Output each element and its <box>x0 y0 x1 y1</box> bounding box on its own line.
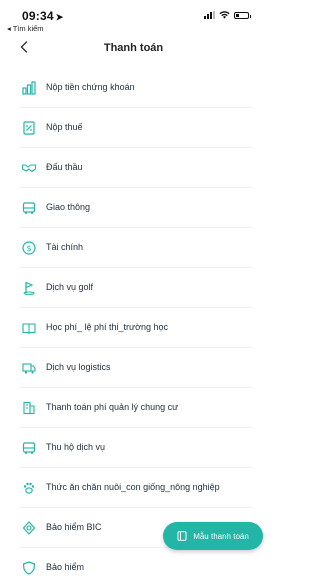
list-item[interactable]: Thức ăn chăn nuôi_con giống_nông nghiệp <box>0 468 267 508</box>
list-item-label: Thu hộ dịch vụ <box>46 442 106 452</box>
list-item-label: Thanh toán phí quản lý chung cư <box>46 402 179 412</box>
list-item[interactable]: Thu hộ dịch vụ <box>0 428 267 468</box>
tax-document-icon <box>22 121 36 135</box>
signal-icon <box>204 11 215 19</box>
back-to-app-link[interactable]: ◂ Tìm kiếm <box>7 24 44 33</box>
page-title: Thanh toán <box>103 42 164 54</box>
list-item-label: Giao thông <box>46 202 91 212</box>
list-item[interactable]: Dịch vụ logistics <box>0 348 267 388</box>
list-item-label: Dịch vụ golf <box>46 282 94 292</box>
list-item[interactable]: Nộp thuế <box>0 108 267 148</box>
list-item[interactable]: Giao thông <box>0 188 267 228</box>
list-item[interactable]: Bảo hiểm <box>0 548 267 588</box>
list-item-label: Nộp tiền chứng khoán <box>46 82 135 92</box>
list-item-label: Thức ăn chăn nuôi_con giống_nông nghiệp <box>46 482 220 492</box>
list-item-label: Nộp thuế <box>46 122 83 132</box>
status-time: 09:34 ➤ <box>22 9 64 23</box>
list-item-label: Học phí_ lệ phí thi_trường học <box>46 322 168 332</box>
building-icon <box>22 401 36 415</box>
chart-bar-icon <box>22 81 36 95</box>
list-item[interactable]: $ Tài chính <box>0 228 267 268</box>
handshake-icon <box>22 161 36 175</box>
svg-text:$: $ <box>26 244 31 253</box>
dollar-coin-icon: $ <box>22 241 36 255</box>
payment-template-label: Mẫu thanh toán <box>193 531 249 541</box>
paw-icon <box>22 481 36 495</box>
battery-icon <box>234 11 251 19</box>
bus-icon <box>22 201 36 215</box>
list-item-label: Đấu thầu <box>46 162 83 172</box>
list-item-label: Dịch vụ logistics <box>46 362 111 372</box>
list-item[interactable]: Đấu thầu <box>0 148 267 188</box>
location-arrow-icon: ➤ <box>55 12 64 22</box>
bus-icon <box>22 441 36 455</box>
list-item-label: Tài chính <box>46 242 84 252</box>
template-icon <box>177 531 187 541</box>
payment-template-button[interactable]: Mẫu thanh toán <box>163 522 263 550</box>
list-item-label: Bảo hiểm BIC <box>46 522 102 532</box>
book-icon <box>22 321 36 335</box>
header: Thanh toán <box>0 34 267 62</box>
list-item[interactable]: Thanh toán phí quản lý chung cư <box>0 388 267 428</box>
truck-icon <box>22 361 36 375</box>
wifi-icon <box>219 11 230 19</box>
golf-flag-icon <box>22 281 36 295</box>
shield-icon <box>22 521 36 535</box>
list-item[interactable]: Dịch vụ golf <box>0 268 267 308</box>
list-item[interactable]: Học phí_ lệ phí thi_trường học <box>0 308 267 348</box>
system-icons <box>204 11 251 19</box>
list-item-label: Bảo hiểm <box>46 562 85 572</box>
list-item[interactable]: Nộp tiền chứng khoán <box>0 68 267 108</box>
status-bar: 09:34 ➤ ◂ Tìm kiếm <box>0 0 267 34</box>
